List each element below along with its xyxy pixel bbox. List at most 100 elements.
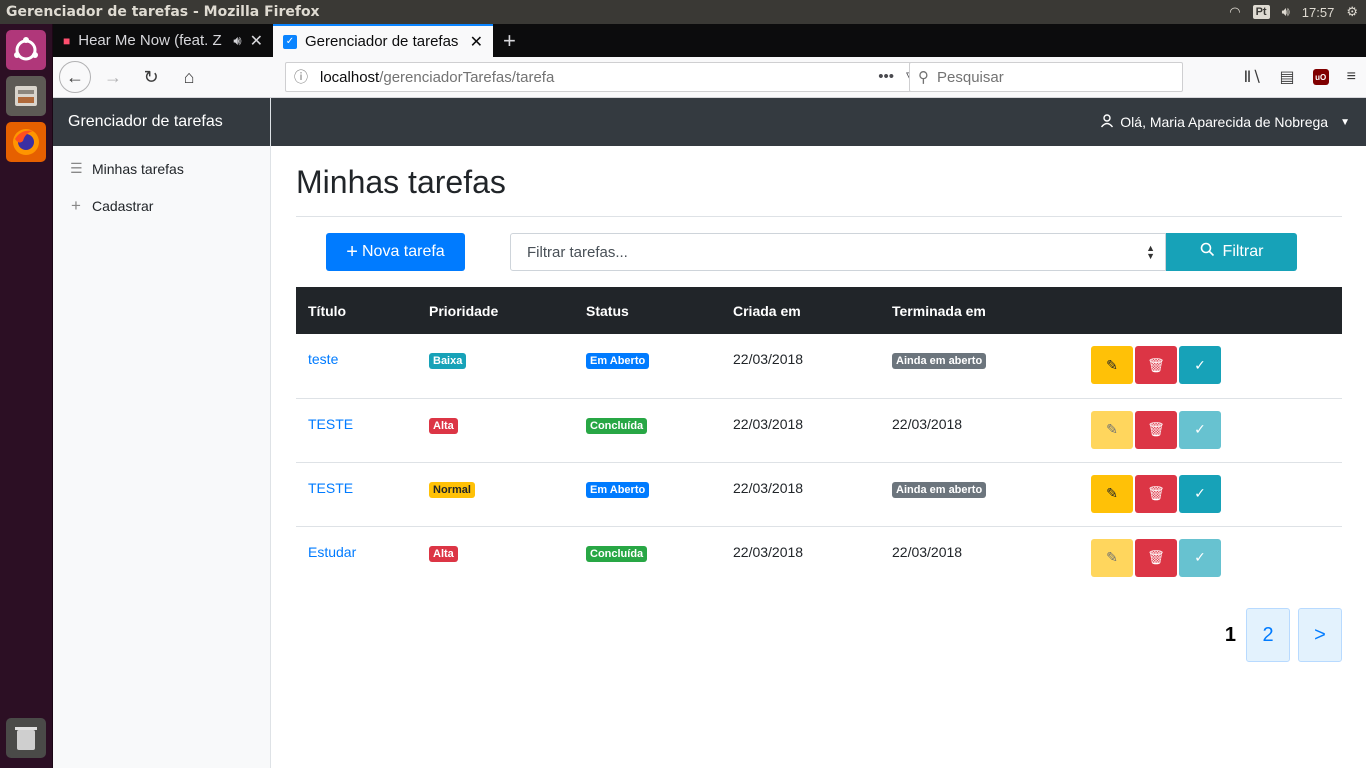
menu-hamburger-icon[interactable]: ≡ (1347, 68, 1356, 86)
status-badge: Em Aberto (586, 481, 650, 498)
col-actions (1079, 287, 1342, 334)
volume-icon[interactable]: 🔊︎ (1282, 4, 1290, 20)
reload-button[interactable]: ↻ (135, 61, 167, 93)
trash-icon: 🗑︎ (1147, 356, 1165, 373)
tab-favicon-icon: ✓ (283, 34, 297, 49)
pagination-next-button[interactable]: > (1298, 608, 1342, 662)
table-row: teste Baixa Em Aberto 22/03/2018 Ainda e… (296, 334, 1342, 399)
firefox-window: ■ Hear Me Now (feat. Z 🔊︎ ✕ ✓ Gerenciado… (53, 24, 1366, 768)
audio-icon[interactable]: 🔊︎ (233, 33, 241, 49)
edit-icon: ✎ (1106, 549, 1118, 565)
trash-icon[interactable] (6, 718, 46, 758)
pagination: 1 2 > (1225, 608, 1342, 662)
delete-button[interactable]: 🗑︎ (1135, 474, 1177, 513)
edit-icon: ✎ (1106, 421, 1118, 437)
ublock-icon[interactable]: uO (1312, 69, 1329, 85)
sidebar-item-cadastrar[interactable]: + Cadastrar (53, 187, 270, 224)
search-bar[interactable]: ⚲ Pesquisar (909, 62, 1183, 92)
close-tab-icon[interactable]: ✕ (470, 32, 483, 52)
table-row: TESTE Normal Em Aberto 22/03/2018 Ainda … (296, 462, 1342, 527)
filter-button-label: Filtrar (1222, 243, 1264, 260)
filter-button[interactable]: Filtrar (1166, 233, 1297, 271)
table-header-row: Título Prioridade Status Criada em Termi… (296, 287, 1342, 334)
col-titulo: Título (296, 287, 417, 334)
task-title-link[interactable]: Estudar (308, 544, 356, 560)
edit-icon: ✎ (1106, 356, 1118, 373)
user-menu[interactable]: Olá, Maria Aparecida de Nobrega (1120, 114, 1328, 130)
check-icon: ✓ (1194, 485, 1206, 501)
wifi-icon[interactable]: ◠ (1229, 4, 1240, 20)
sidebar-item-label: Cadastrar (92, 197, 154, 214)
edit-button[interactable]: ✎ (1091, 474, 1133, 513)
user-icon (1100, 113, 1114, 131)
status-badge: Em Aberto (586, 353, 650, 369)
complete-button[interactable]: ✓ (1179, 474, 1221, 513)
close-tab-icon[interactable]: ✕ (250, 31, 263, 51)
tab-music[interactable]: ■ Hear Me Now (feat. Z 🔊︎ ✕ (53, 24, 273, 57)
edit-button[interactable]: ✎ (1091, 410, 1133, 449)
created-date: 22/03/2018 (733, 479, 804, 496)
tab-label: Gerenciador de tarefas (305, 33, 459, 50)
complete-button[interactable]: ✓ (1179, 538, 1221, 577)
edit-icon: ✎ (1106, 485, 1118, 501)
complete-button[interactable]: ✓ (1179, 410, 1221, 449)
list-icon: ☰ (70, 160, 83, 176)
site-info-icon[interactable]: ⓘ (294, 67, 308, 87)
back-button[interactable]: ← (59, 61, 91, 93)
web-page: Grenciador de tarefas ☰ Minhas tarefas +… (53, 98, 1366, 768)
plus-icon: + (71, 195, 81, 215)
sidebar-toggle-icon[interactable]: ▤ (1280, 67, 1295, 87)
edit-button[interactable]: ✎ (1091, 346, 1133, 384)
url-bar[interactable]: ⓘ localhost/gerenciadorTarefas/tarefa ••… (285, 62, 952, 92)
input-language-indicator[interactable]: Pt (1252, 5, 1270, 19)
sidebar-item-minhas-tarefas[interactable]: ☰ Minhas tarefas (53, 150, 270, 187)
home-button[interactable]: ⌂ (173, 61, 205, 93)
table-row: TESTE Alta Concluída 22/03/2018 22/03/20… (296, 398, 1342, 463)
trash-icon: 🗑︎ (1147, 549, 1165, 565)
app-brand[interactable]: Grenciador de tarefas (53, 98, 270, 146)
delete-button[interactable]: 🗑︎ (1135, 346, 1177, 384)
task-title-link[interactable]: TESTE (308, 416, 353, 432)
col-terminada-em: Terminada em (880, 287, 1079, 334)
trash-icon: 🗑︎ (1147, 485, 1165, 501)
tab-favicon-icon: ■ (63, 33, 71, 48)
col-prioridade: Prioridade (417, 287, 574, 334)
chevron-down-icon[interactable]: ▼ (1340, 117, 1350, 128)
task-toolbar: + Nova tarefa Filtrar tarefas... ▲ ▼ Filt… (296, 217, 1342, 287)
power-gear-icon[interactable]: ⚙ (1346, 4, 1358, 20)
priority-badge: Alta (429, 545, 458, 562)
pagination-current-page: 1 (1224, 623, 1236, 646)
page-actions-icon[interactable]: ••• (878, 68, 894, 86)
search-icon (1200, 242, 1215, 262)
created-date: 22/03/2018 (733, 415, 804, 432)
search-placeholder: Pesquisar (937, 68, 1004, 86)
app-header: Olá, Maria Aparecida de Nobrega ▼ (271, 98, 1366, 146)
forward-button[interactable]: → (97, 61, 129, 93)
clock[interactable]: 17:57 (1302, 5, 1335, 20)
tab-strip: ■ Hear Me Now (feat. Z 🔊︎ ✕ ✓ Gerenciado… (53, 24, 1366, 57)
new-task-button[interactable]: + Nova tarefa (326, 233, 465, 271)
delete-button[interactable]: 🗑︎ (1135, 538, 1177, 577)
firefox-icon[interactable] (6, 122, 46, 162)
table-row: Estudar Alta Concluída 22/03/2018 22/03/… (296, 526, 1342, 590)
search-icon: ⚲ (918, 69, 929, 86)
complete-button[interactable]: ✓ (1179, 346, 1221, 384)
files-icon[interactable] (6, 76, 46, 116)
edit-button[interactable]: ✎ (1091, 538, 1133, 577)
task-title-link[interactable]: teste (308, 351, 338, 367)
task-title-link[interactable]: TESTE (308, 480, 353, 496)
status-badge: Concluída (586, 417, 648, 434)
pagination-page-2[interactable]: 2 (1246, 608, 1290, 662)
toolbar-icons: Ⅱ∖ ▤ uO ≡ (1243, 62, 1356, 92)
delete-button[interactable]: 🗑︎ (1135, 410, 1177, 449)
filter-select[interactable]: Filtrar tarefas... ▲ ▼ (510, 233, 1166, 271)
library-icon[interactable]: Ⅱ∖ (1243, 67, 1261, 87)
sidebar-item-label: Minhas tarefas (92, 160, 184, 177)
new-tab-button[interactable]: + (493, 24, 526, 57)
finished-badge: Ainda em aberto (892, 353, 987, 369)
system-tray: ◠ Pt 🔊︎ 17:57 ⚙ (1229, 4, 1366, 20)
tab-gerenciador[interactable]: ✓ Gerenciador de tarefas ✕ (273, 24, 493, 57)
tasks-table: Título Prioridade Status Criada em Termi… (296, 287, 1342, 590)
ubuntu-launcher (0, 24, 53, 768)
ubuntu-dash-icon[interactable] (6, 30, 46, 70)
